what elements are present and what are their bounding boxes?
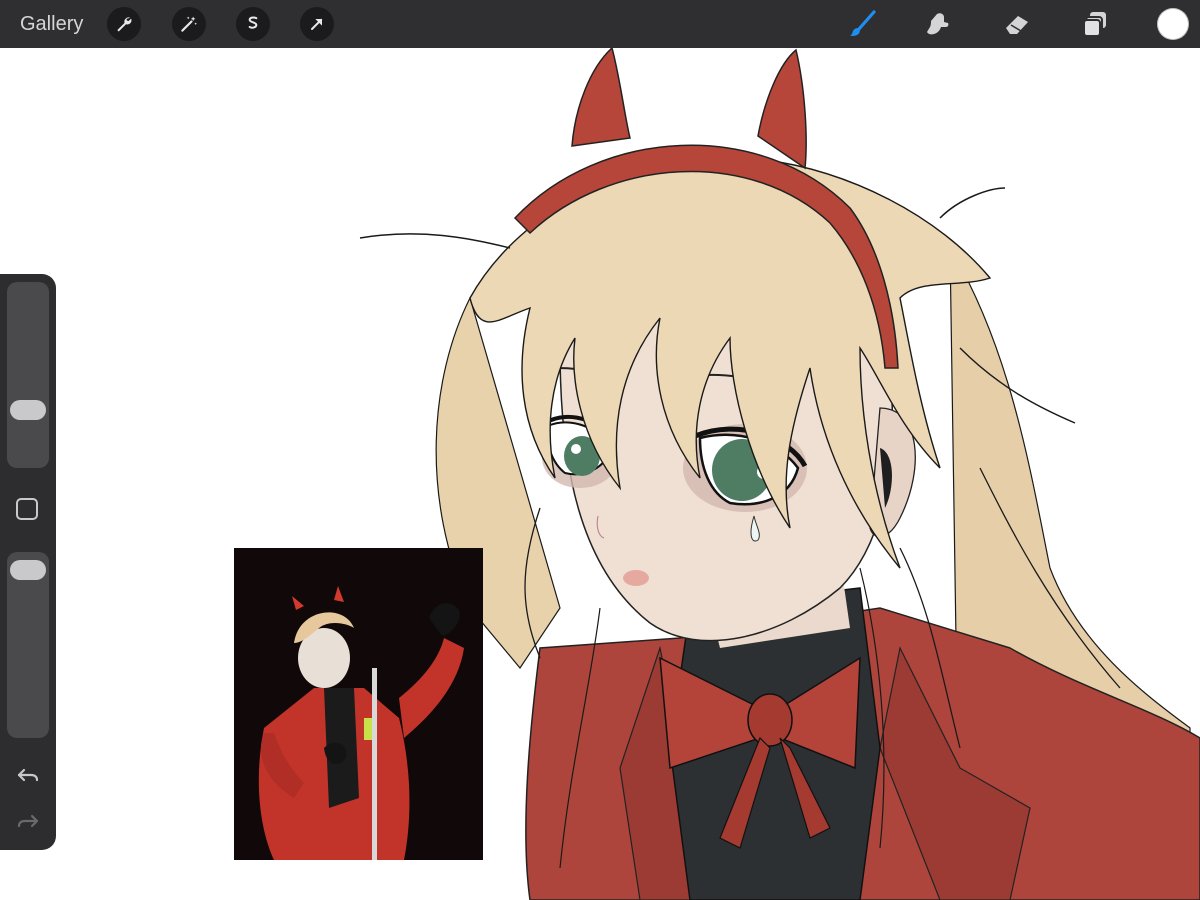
left-sidebar [0,274,56,850]
brush-size-slider[interactable] [7,282,49,468]
modify-square-icon[interactable] [16,498,38,520]
eraser-icon [1006,16,1028,34]
transform-arrow-icon [311,18,323,30]
transform-button[interactable] [300,7,334,41]
actions-button[interactable] [107,7,141,41]
eraser-tool[interactable] [1001,8,1033,40]
brush-icon [850,10,876,36]
smudge-tool[interactable] [922,8,954,40]
undo-button[interactable] [14,762,42,790]
selection-button[interactable] [236,7,270,41]
brush-tool[interactable] [847,8,879,40]
magic-wand-icon [181,16,198,32]
redo-button[interactable] [14,808,42,836]
adjustments-button[interactable] [172,7,206,41]
layers-icon [1083,12,1106,37]
color-picker-button[interactable] [1157,8,1189,40]
layers-button[interactable] [1080,8,1112,40]
reference-photo[interactable] [234,548,483,860]
gallery-button[interactable]: Gallery [20,10,83,38]
opacity-slider[interactable] [7,552,49,738]
undo-icon [17,768,39,782]
selection-icon [248,16,258,29]
drawing-canvas[interactable] [0,48,1200,900]
redo-icon [17,814,39,828]
wrench-icon [117,17,132,32]
brush-size-thumb[interactable] [10,400,46,421]
smudge-icon [927,13,949,35]
character-artwork [359,48,1200,900]
opacity-thumb[interactable] [10,559,46,580]
top-toolbar: Gallery [0,0,1200,48]
